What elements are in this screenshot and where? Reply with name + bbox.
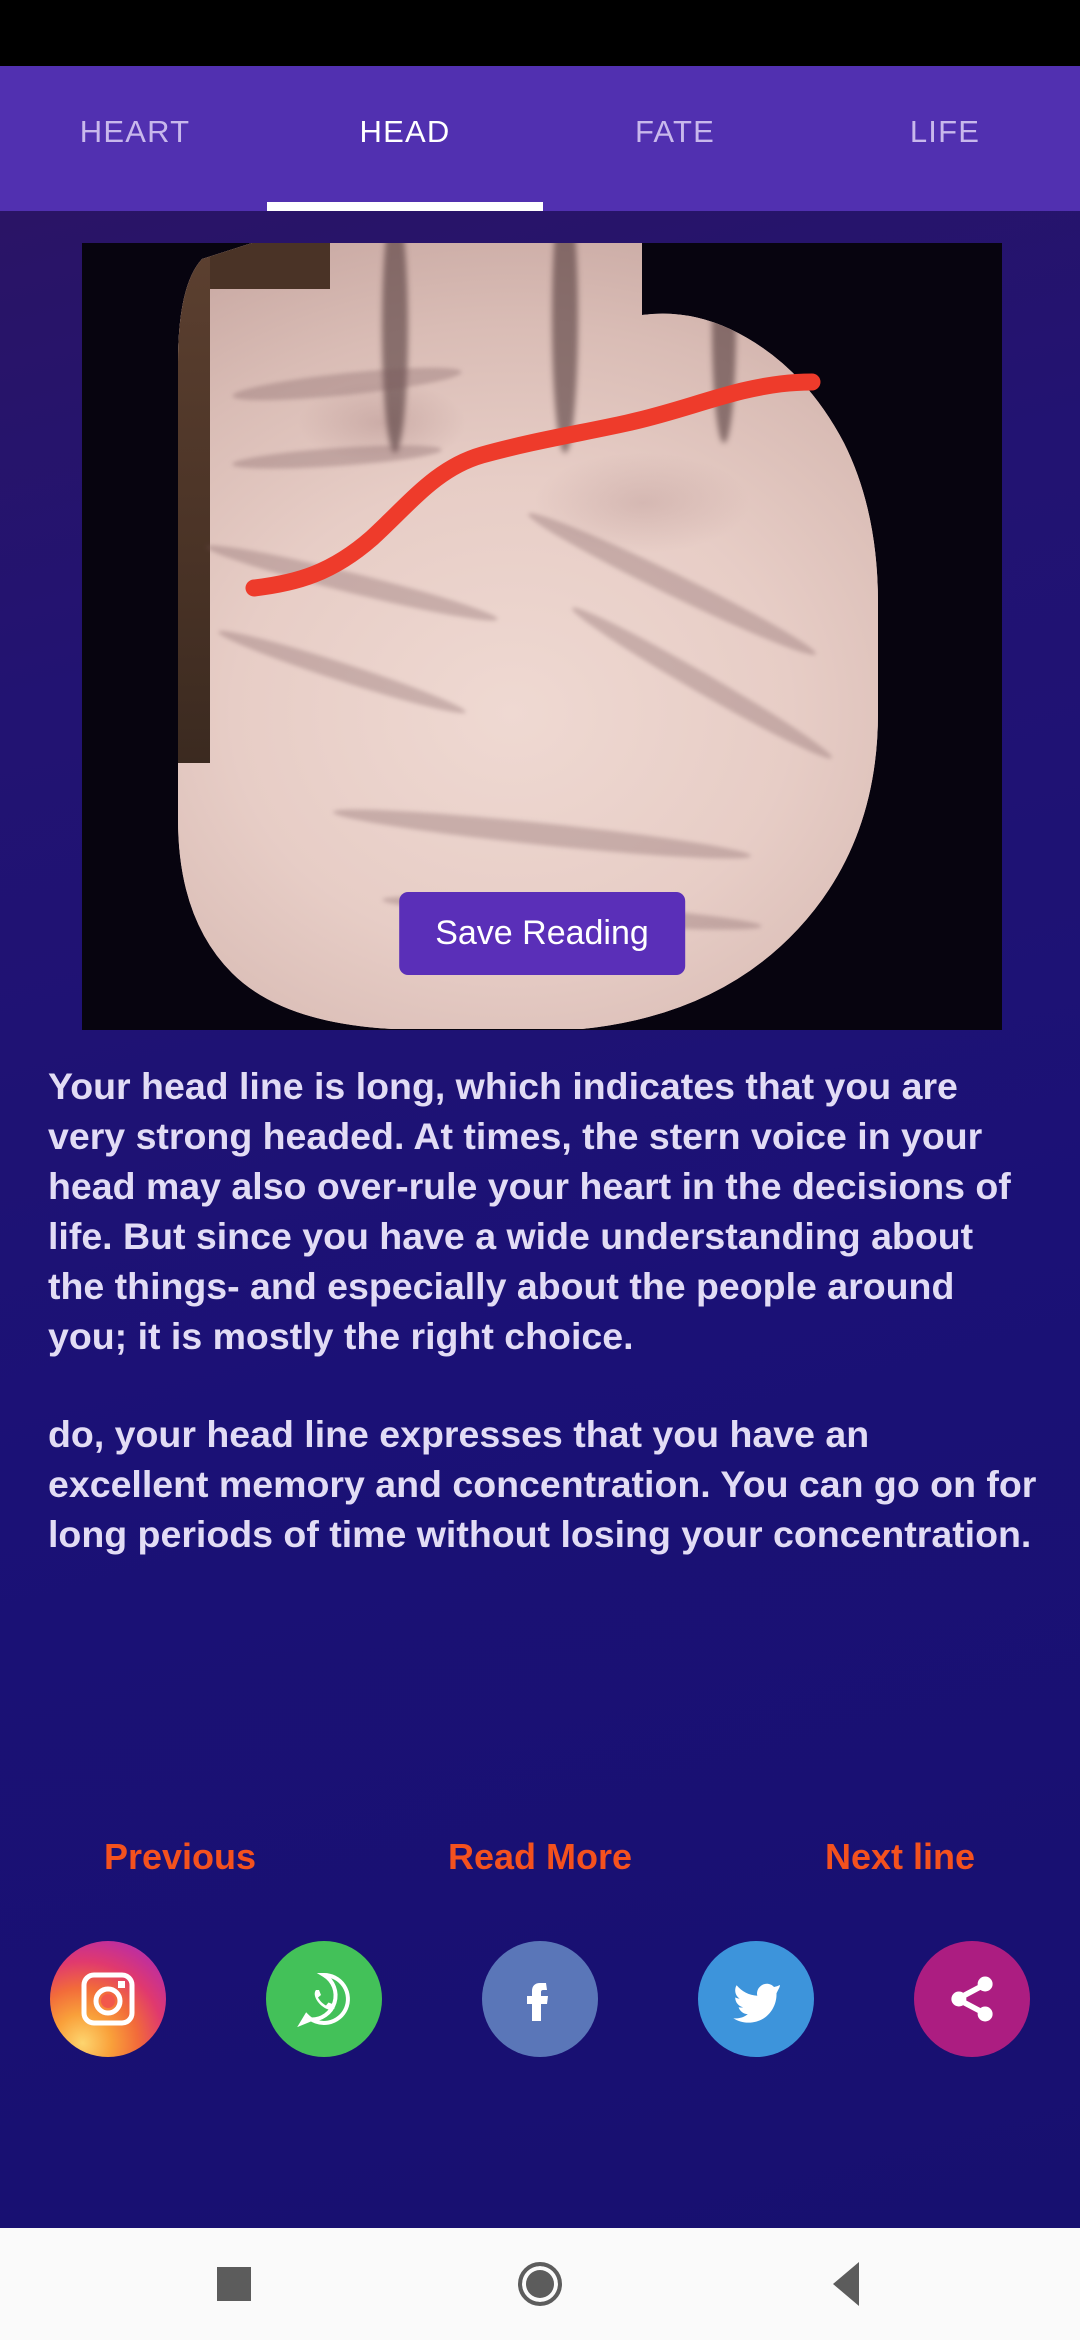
- home-button[interactable]: [450, 2228, 630, 2340]
- previous-link[interactable]: Previous: [104, 1836, 256, 1878]
- table-background-top: [210, 243, 330, 289]
- table-background: [82, 243, 210, 763]
- read-more-link[interactable]: Read More: [448, 1836, 632, 1878]
- tab-life-label: LIFE: [909, 114, 981, 149]
- tab-bar: HEART HEAD FATE LIFE: [0, 66, 1080, 211]
- instagram-button[interactable]: [50, 1941, 166, 2057]
- palm-image-card[interactable]: Save Reading: [82, 243, 1002, 1030]
- tab-fate[interactable]: FATE: [540, 66, 810, 211]
- tab-fate-label: FATE: [634, 114, 715, 149]
- whatsapp-icon: [297, 1972, 350, 2028]
- save-reading-button[interactable]: Save Reading: [399, 892, 685, 975]
- share-button[interactable]: [914, 1941, 1030, 2057]
- recents-square-icon: [217, 2267, 251, 2301]
- status-bar: [0, 0, 1080, 66]
- android-nav-bar: [0, 2228, 1080, 2340]
- share-icon: [951, 1976, 993, 2022]
- next-line-link[interactable]: Next line: [825, 1836, 975, 1878]
- tab-head-label: HEAD: [359, 114, 451, 149]
- tab-heart-label: HEART: [79, 114, 191, 149]
- facebook-button[interactable]: [482, 1941, 598, 2057]
- home-circle-icon: [518, 2262, 562, 2306]
- tab-life[interactable]: LIFE: [810, 66, 1080, 211]
- back-button[interactable]: [756, 2228, 936, 2340]
- instagram-icon: [81, 1972, 135, 2026]
- instagram-cell: [0, 1941, 216, 2057]
- twitter-cell: [648, 1941, 864, 2057]
- reading-screen-content: Save Reading Your head line is long, whi…: [0, 211, 1080, 2228]
- whatsapp-button[interactable]: [266, 1941, 382, 2057]
- tab-active-indicator: [267, 202, 543, 211]
- reading-text: Your head line is long, which indicates …: [48, 1061, 1038, 1559]
- twitter-icon: [733, 1983, 780, 2023]
- back-triangle-icon: [833, 2262, 859, 2306]
- whatsapp-cell: [216, 1941, 432, 2057]
- reading-paragraph-1: Your head line is long, which indicates …: [48, 1065, 1011, 1357]
- next-line-link-cell: Next line: [720, 1836, 1080, 1878]
- tab-heart[interactable]: HEART: [0, 66, 270, 211]
- reading-paragraph-2: do, your head line expresses that you ha…: [48, 1413, 1037, 1555]
- facebook-cell: [432, 1941, 648, 2057]
- share-cell: [864, 1941, 1080, 2057]
- recents-button[interactable]: [144, 2228, 324, 2340]
- read-more-link-cell: Read More: [360, 1836, 720, 1878]
- facebook-icon: [527, 1983, 548, 2021]
- action-links-row: Previous Read More Next line: [0, 1836, 1080, 1878]
- twitter-button[interactable]: [698, 1941, 814, 2057]
- social-share-row: [0, 1941, 1080, 2057]
- previous-link-cell: Previous: [0, 1836, 360, 1878]
- tab-head[interactable]: HEAD: [267, 66, 543, 211]
